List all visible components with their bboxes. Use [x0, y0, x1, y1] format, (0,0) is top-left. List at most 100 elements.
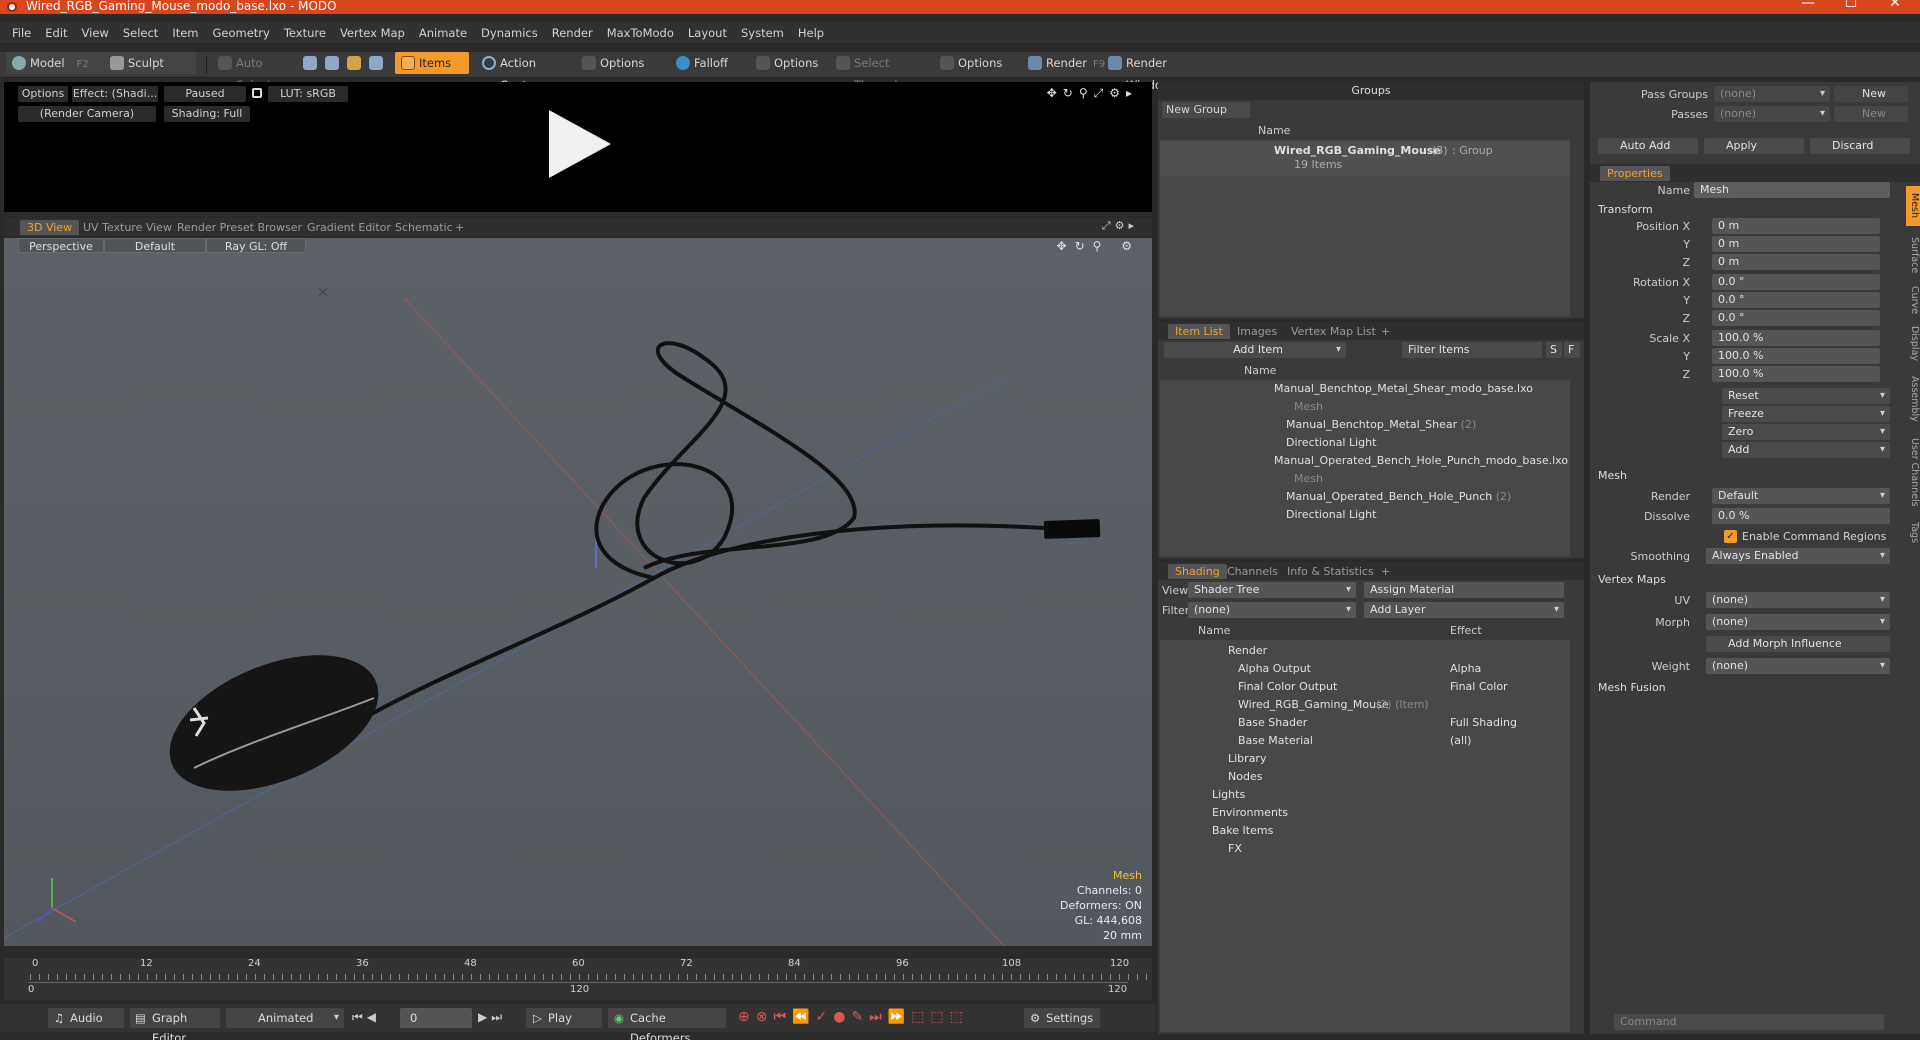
shading-dropdown[interactable]: Shading: Full: [164, 106, 250, 122]
tab-channels[interactable]: Channels: [1220, 564, 1285, 579]
enable-command-regions-checkbox[interactable]: ✓: [1724, 530, 1737, 543]
shader-row[interactable]: Base Material (all): [1160, 732, 1570, 750]
render-window-button[interactable]: Render Window: [1102, 52, 1212, 92]
position-x-input[interactable]: 0 m: [1712, 218, 1880, 234]
menu-render[interactable]: Render: [545, 22, 600, 44]
passes-dropdown[interactable]: (none): [1714, 106, 1830, 122]
select-polygons-button[interactable]: [344, 52, 364, 74]
tab-render-preset-browser[interactable]: Render Preset Browser: [170, 220, 309, 235]
shader-row[interactable]: Environments: [1160, 804, 1570, 822]
rotation-y-input[interactable]: 0.0 °: [1712, 292, 1880, 308]
scale-z-input[interactable]: 100.0 %: [1712, 366, 1880, 382]
side-tab-surface[interactable]: Surface: [1906, 232, 1920, 278]
reset-dropdown[interactable]: Reset: [1722, 388, 1890, 404]
menu-maxtomodo[interactable]: MaxToModo: [600, 22, 681, 44]
side-tab-mesh[interactable]: Mesh: [1906, 186, 1920, 226]
list-item[interactable]: Manual_Operated_Bench_Hole_Punch (2): [1286, 488, 1511, 506]
freeze-dropdown[interactable]: Freeze: [1722, 406, 1890, 422]
list-item[interactable]: Manual_Benchtop_Metal_Shear_modo_base.lx…: [1274, 380, 1533, 398]
settings-button[interactable]: ⚙ Settings: [1024, 1008, 1100, 1028]
select-through-button[interactable]: Select Through: [830, 52, 930, 92]
list-item[interactable]: Manual_Operated_Bench_Hole_Punch_modo_ba…: [1274, 452, 1568, 470]
list-item[interactable]: Mesh: [1294, 470, 1323, 488]
shader-row[interactable]: Library: [1160, 750, 1570, 768]
preview-options-button[interactable]: Options: [18, 86, 68, 102]
groups-name-header[interactable]: Name: [1160, 122, 1570, 140]
side-tab-user-channels[interactable]: User Channels: [1906, 432, 1920, 512]
menu-texture[interactable]: Texture: [277, 22, 333, 44]
frame-step-forward-controls[interactable]: ▶⏭: [478, 1010, 506, 1025]
scale-y-input[interactable]: 100.0 %: [1712, 348, 1880, 364]
rotation-z-input[interactable]: 0.0 °: [1712, 310, 1880, 326]
position-y-input[interactable]: 0 m: [1712, 236, 1880, 252]
add-morph-influence-button[interactable]: Add Morph Influence: [1706, 636, 1890, 652]
filter-dropdown[interactable]: (none): [1188, 602, 1356, 618]
shader-row[interactable]: Wired_RGB_Gaming_Mouse (2) (Item): [1160, 696, 1570, 714]
item-name-header[interactable]: Name: [1160, 362, 1570, 380]
play-icon[interactable]: [549, 110, 611, 178]
menu-vertex-map[interactable]: Vertex Map: [333, 22, 412, 44]
new-group-button[interactable]: New Group: [1162, 102, 1250, 118]
apply-button[interactable]: Apply: [1704, 138, 1804, 154]
range-start[interactable]: 0: [28, 984, 34, 995]
list-item[interactable]: Directional Light: [1286, 434, 1376, 452]
tab-vertex-map-list[interactable]: Vertex Map List: [1284, 324, 1383, 339]
frame-step-back-controls[interactable]: ⏮◀: [352, 1010, 380, 1025]
frame-input[interactable]: 0: [400, 1008, 472, 1028]
discard-button[interactable]: Discard: [1810, 138, 1910, 154]
render-preview[interactable]: Options Effect: (Shadi... Paused LUT: sR…: [4, 82, 1152, 212]
group-row[interactable]: Wired_RGB_Gaming_Mouse (3) : Group 19 It…: [1160, 142, 1570, 176]
preview-effect-dropdown[interactable]: Effect: (Shadi...: [72, 86, 158, 102]
new-pass-button[interactable]: New: [1834, 106, 1908, 122]
shader-row[interactable]: Base Shader Full Shading: [1160, 714, 1570, 732]
timeline[interactable]: 0 12 24 36 48 60 72 84 96 108 120 0 120 …: [4, 958, 1152, 1000]
view-dropdown[interactable]: Shader Tree: [1188, 582, 1356, 598]
f-button[interactable]: F: [1564, 342, 1580, 358]
uv-dropdown[interactable]: (none): [1706, 592, 1890, 608]
tab-shading[interactable]: Shading: [1168, 564, 1227, 579]
cache-deformers-button[interactable]: ◉ Cache Deformers: [608, 1008, 726, 1040]
preview-view-controls[interactable]: ✥↻⚲⤢⚙▸: [1047, 86, 1138, 101]
pass-groups-dropdown[interactable]: (none): [1714, 86, 1830, 102]
lut-dropdown[interactable]: LUT: sRGB: [268, 86, 348, 102]
assign-material-button[interactable]: Assign Material: [1364, 582, 1564, 598]
tab-properties[interactable]: Properties: [1600, 166, 1670, 181]
shader-row[interactable]: Lights: [1160, 786, 1570, 804]
select-through-options-button[interactable]: Options: [934, 52, 1008, 74]
new-pass-group-button[interactable]: New: [1834, 86, 1908, 102]
render-dropdown[interactable]: Default: [1712, 488, 1890, 504]
scale-x-input[interactable]: 100.0 %: [1712, 330, 1880, 346]
dissolve-input[interactable]: 0.0 %: [1712, 508, 1890, 524]
add-tab-button[interactable]: +: [448, 220, 471, 235]
sculpt-mode-button[interactable]: Sculpt: [104, 52, 196, 74]
action-center-options-button[interactable]: Options: [576, 52, 650, 74]
add-tab-button[interactable]: +: [1374, 564, 1397, 579]
falloff-options-button[interactable]: Options: [750, 52, 824, 74]
play-button[interactable]: ▷ Play: [526, 1008, 602, 1028]
render-camera-dropdown[interactable]: (Render Camera): [18, 106, 156, 122]
menu-edit[interactable]: Edit: [38, 22, 74, 44]
tab-uv-texture-view[interactable]: UV Texture View: [76, 220, 179, 235]
position-z-input[interactable]: 0 m: [1712, 254, 1880, 270]
menu-item[interactable]: Item: [165, 22, 205, 44]
side-tab-curve[interactable]: Curve: [1906, 282, 1920, 318]
select-materials-button[interactable]: [366, 52, 386, 74]
model-mode-button[interactable]: Model F2: [6, 52, 104, 74]
minimize-button[interactable]: —: [1795, 0, 1821, 10]
menu-dynamics[interactable]: Dynamics: [474, 22, 545, 44]
preview-paused-button[interactable]: Paused: [164, 86, 246, 102]
shader-row[interactable]: Final Color Output Final Color: [1160, 678, 1570, 696]
name-input[interactable]: Mesh: [1694, 182, 1890, 198]
shader-row[interactable]: Render: [1160, 642, 1570, 660]
menu-animate[interactable]: Animate: [412, 22, 474, 44]
items-mode-button[interactable]: Items: [395, 52, 469, 74]
smoothing-dropdown[interactable]: Always Enabled: [1706, 548, 1890, 564]
close-button[interactable]: ✕: [1882, 0, 1908, 10]
shader-row[interactable]: Bake Items: [1160, 822, 1570, 840]
list-item[interactable]: Mesh: [1294, 398, 1323, 416]
side-tab-assembly[interactable]: Assembly: [1906, 372, 1920, 426]
action-center-button[interactable]: Action Center: [476, 52, 576, 92]
viewport-tab-controls[interactable]: ⤢⚙▸: [1102, 219, 1138, 233]
graph-editor-button[interactable]: ▤ Graph Editor: [130, 1008, 220, 1040]
side-tab-tags[interactable]: Tags: [1906, 518, 1920, 548]
